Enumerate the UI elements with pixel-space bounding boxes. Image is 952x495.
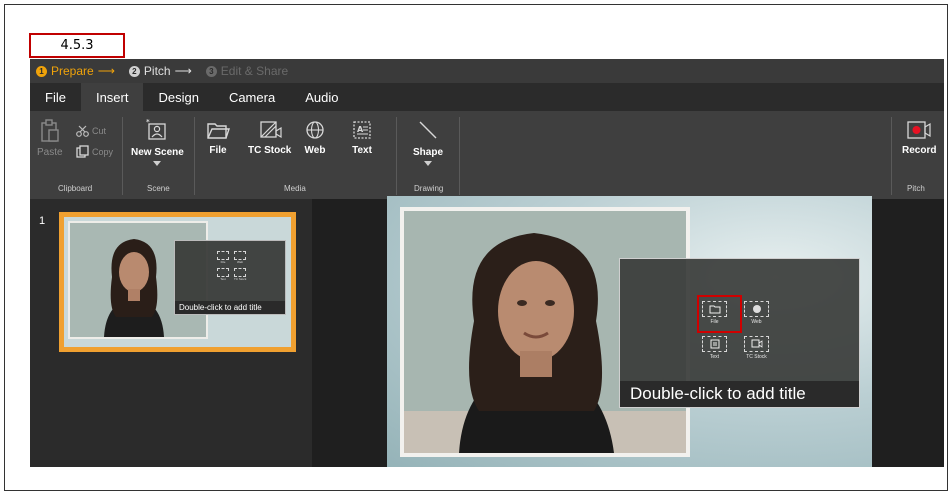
ribbon-tab-bar: File Insert Design Camera Audio (30, 83, 944, 111)
step-number-badge: 2 (128, 65, 140, 77)
add-web-tile[interactable]: Web (744, 301, 769, 325)
thumb-tc-stock-tile: TC Stock (234, 268, 246, 281)
arrow-right-icon: ⟶ (174, 64, 192, 78)
insert-text-button[interactable]: A Text (351, 119, 373, 156)
step-number-badge: 1 (36, 65, 47, 77)
paste-label: Paste (37, 147, 63, 158)
new-scene-label: New Scene (131, 147, 184, 158)
thumb-title-card: File Web Text TC Stock Double-click to a… (174, 240, 286, 315)
media-group-label: Media (284, 184, 306, 193)
cut-label: Cut (92, 126, 107, 136)
file-label: File (209, 145, 227, 156)
drawing-group-label: Drawing (414, 184, 444, 193)
text-box-icon: A (353, 121, 371, 139)
insert-web-button[interactable]: Web (304, 119, 326, 156)
app-window: 1 Prepare ⟶ 2 Pitch ⟶ 3 Edit & Share Fil… (30, 59, 944, 467)
scene-canvas[interactable]: File Web Text TC Stock Double-click to a… (387, 196, 872, 467)
insert-file-button[interactable]: File (206, 119, 230, 156)
step-number-label: 4.5.3 (29, 33, 125, 58)
tab-file[interactable]: File (30, 83, 81, 111)
web-label: Web (304, 145, 326, 156)
ribbon-panel: Paste Cut Copy Clipboard * New Scene Sce… (30, 111, 944, 199)
thumb-web-tile: Web (234, 251, 246, 264)
step-number-badge: 3 (205, 65, 217, 77)
title-placeholder-text[interactable]: Double-click to add title (620, 381, 859, 407)
cut-button[interactable]: Cut (76, 125, 106, 137)
ribbon-separator (459, 117, 460, 195)
scene-thumbnail[interactable]: File Web Text TC Stock Double-click to a… (59, 212, 296, 352)
scene-list-panel: 1 File Web Text TC Stock Double-click to… (30, 199, 312, 467)
stock-media-icon (744, 336, 769, 352)
copy-button[interactable]: Copy (76, 145, 113, 158)
svg-text:A: A (357, 125, 364, 134)
title-placeholder-card[interactable]: File Web Text TC Stock Double-click to a… (619, 258, 860, 408)
workflow-step-pitch[interactable]: 2 Pitch ⟶ (128, 64, 192, 78)
clipboard-group-label: Clipboard (58, 184, 93, 193)
line-shape-icon (419, 121, 437, 139)
web-tile-label: Web (751, 319, 762, 325)
tab-audio[interactable]: Audio (290, 83, 353, 111)
text-tile-label: Text (709, 354, 720, 360)
workflow-step-label: Prepare (51, 64, 94, 78)
chevron-down-icon (153, 161, 162, 166)
ribbon-separator (891, 117, 892, 195)
workflow-step-label: Edit & Share (220, 64, 289, 78)
copy-label: Copy (92, 146, 114, 157)
file-tile-highlight (697, 295, 742, 333)
shape-label: Shape (413, 147, 444, 158)
workflow-bar: 1 Prepare ⟶ 2 Pitch ⟶ 3 Edit & Share (30, 59, 944, 83)
workflow-step-edit-share[interactable]: 3 Edit & Share (205, 64, 289, 78)
workflow-step-prepare[interactable]: 1 Prepare ⟶ (36, 64, 115, 78)
text-box-icon (702, 336, 727, 352)
add-text-tile[interactable]: Text (702, 336, 727, 360)
ribbon-separator (194, 117, 195, 195)
paste-button[interactable]: Paste (37, 119, 63, 158)
record-icon (907, 121, 931, 139)
chevron-down-icon (424, 161, 432, 166)
pitch-group-label: Pitch (907, 184, 925, 193)
ribbon-separator (396, 117, 397, 195)
svg-text:*: * (146, 118, 150, 126)
tab-design[interactable]: Design (143, 83, 213, 111)
tc-stock-label: TC Stock (248, 145, 292, 156)
tc-stock-tile-label: TC Stock (746, 354, 767, 360)
scene-thumbnail-preview: File Web Text TC Stock Double-click to a… (64, 217, 291, 347)
ribbon-separator (122, 117, 123, 195)
shape-button[interactable]: Shape (413, 117, 443, 166)
globe-icon (306, 121, 324, 139)
folder-icon (207, 123, 230, 139)
record-label: Record (902, 145, 937, 156)
stock-media-icon (260, 121, 282, 139)
thumb-text-tile: Text (217, 268, 229, 281)
scene-number: 1 (39, 215, 46, 227)
tab-camera[interactable]: Camera (214, 83, 290, 111)
tc-stock-button[interactable]: TC Stock (248, 119, 291, 156)
scissors-icon (76, 125, 89, 137)
copy-icon (76, 145, 89, 158)
thumb-file-tile: File (217, 251, 229, 264)
globe-icon (744, 301, 769, 317)
scene-group-label: Scene (147, 184, 170, 193)
new-scene-button[interactable]: * New Scene (131, 117, 184, 166)
thumb-title-text: Double-click to add title (175, 301, 285, 314)
arrow-right-icon: ⟶ (97, 64, 115, 78)
paste-icon (41, 119, 59, 142)
add-tc-stock-tile[interactable]: TC Stock (744, 336, 769, 360)
workflow-step-label: Pitch (143, 64, 171, 78)
record-button[interactable]: Record (902, 119, 936, 156)
tab-insert[interactable]: Insert (80, 83, 144, 111)
new-scene-icon: * (146, 118, 167, 140)
text-label: Text (352, 145, 372, 156)
